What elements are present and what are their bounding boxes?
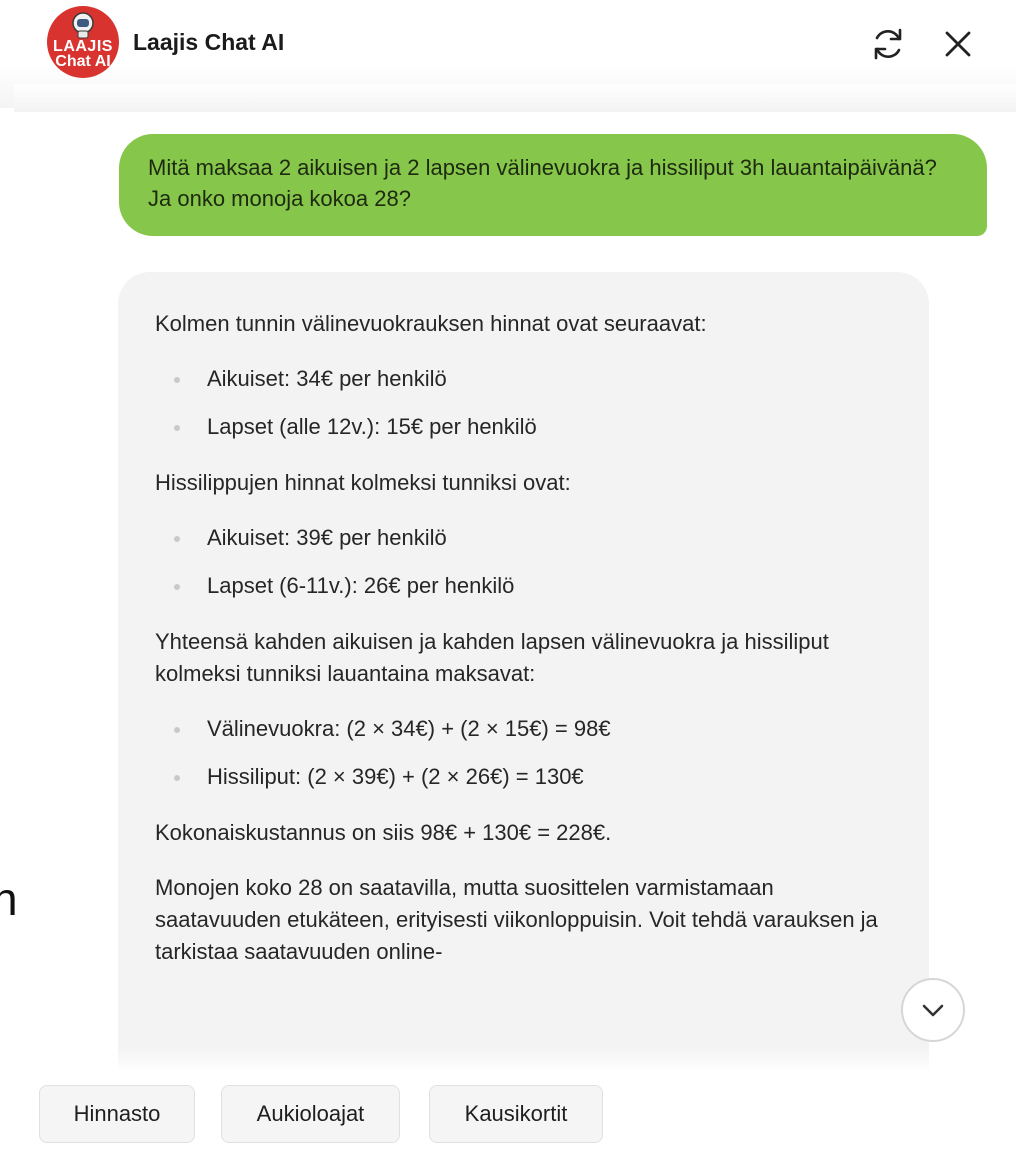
price-list-totals: Välinevuokra: (2 × 34€) + (2 × 15€) = 98…	[155, 713, 893, 793]
refresh-icon	[874, 28, 902, 60]
quick-reply-aukioloajat[interactable]: Aukioloajat	[221, 1085, 400, 1143]
list-item: Välinevuokra: (2 × 34€) + (2 × 15€) = 98…	[155, 713, 893, 745]
bot-paragraph: Monojen koko 28 on saatavilla, mutta suo…	[155, 875, 878, 964]
user-message: Mitä maksaa 2 aikuisen ja 2 lapsen välin…	[119, 134, 987, 236]
header-shadow	[14, 84, 1016, 112]
price-list-lifts: Aikuiset: 39€ per henkilö Lapset (6-11v.…	[155, 522, 893, 602]
bot-paragraph: Hissilippujen hinnat kolmeksi tunniksi o…	[155, 470, 571, 495]
list-item: Lapset (6-11v.): 26€ per henkilö	[155, 570, 893, 602]
list-item: Lapset (alle 12v.): 15€ per henkilö	[155, 411, 893, 443]
app-title: Laajis Chat AI	[133, 29, 285, 55]
logo-subtitle: Chat AI	[55, 53, 111, 70]
quick-reply-kausikortit[interactable]: Kausikortit	[429, 1085, 603, 1143]
bot-paragraph: Kokonaiskustannus on siis 98€ + 130€ = 2…	[155, 820, 612, 845]
refresh-button[interactable]	[866, 22, 910, 66]
chat-header: LAAJIS Chat AI Laajis Chat AI	[0, 0, 1016, 112]
price-list-rental: Aikuiset: 34€ per henkilö Lapset (alle 1…	[155, 363, 893, 443]
scroll-down-button[interactable]	[901, 978, 965, 1042]
message-fade	[0, 1048, 1016, 1072]
bot-paragraph: Kolmen tunnin välinevuokrauksen hinnat o…	[155, 311, 707, 336]
close-icon	[945, 31, 971, 57]
list-item: Aikuiset: 34€ per henkilö	[155, 363, 893, 395]
list-item: Aikuiset: 39€ per henkilö	[155, 522, 893, 554]
close-button[interactable]	[936, 22, 980, 66]
bot-message: Kolmen tunnin välinevuokrauksen hinnat o…	[118, 272, 929, 1072]
background-glyph: n	[0, 873, 18, 925]
bot-paragraph: Yhteensä kahden aikuisen ja kahden lapse…	[155, 629, 829, 686]
quick-reply-hinnasto[interactable]: Hinnasto	[39, 1085, 195, 1143]
chevron-down-icon	[922, 1004, 944, 1017]
list-item: Hissiliput: (2 × 39€) + (2 × 26€) = 130€	[155, 761, 893, 793]
brand-logo: LAAJIS Chat AI	[47, 6, 119, 78]
